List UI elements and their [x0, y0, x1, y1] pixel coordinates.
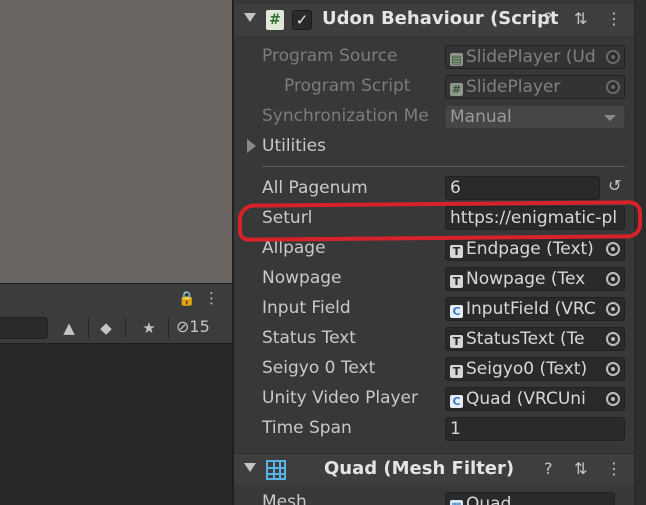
script-icon: #	[450, 83, 463, 96]
text-component-icon: T	[450, 275, 463, 288]
mesh-value: Quad	[466, 494, 512, 505]
csharp-script-icon: C	[450, 305, 463, 318]
allpage-field[interactable]: T Endpage (Text)	[445, 237, 625, 261]
foldout-expanded-icon[interactable]	[244, 13, 256, 22]
object-picker-icon[interactable]	[606, 242, 620, 256]
favorites-icon[interactable]: ★	[136, 316, 162, 340]
object-picker-icon[interactable]	[606, 362, 620, 376]
time-span-label: Time Span	[262, 418, 352, 438]
nowpage-field[interactable]: T Nowpage (Tex	[445, 267, 625, 291]
help-icon[interactable]: ?	[544, 9, 553, 28]
component-menu-icon[interactable]: ⋮	[606, 459, 622, 478]
all-pagenum-label: All Pagenum	[262, 178, 368, 198]
synchronization-dropdown[interactable]: Manual	[445, 105, 625, 129]
text-component-icon: T	[450, 245, 463, 258]
synchronization-label: Synchronization Me	[262, 106, 429, 126]
object-picker-icon[interactable]	[606, 272, 620, 286]
status-text-field[interactable]: T StatusText (Te	[445, 327, 625, 351]
program-script-field[interactable]: # SlidePlayer	[445, 75, 625, 99]
mesh-filter-icon	[266, 460, 286, 480]
scene-view[interactable]	[0, 0, 232, 283]
component-title: Quad (Mesh Filter)	[324, 458, 515, 479]
search-input[interactable]	[0, 317, 48, 339]
all-pagenum-input[interactable]: 6	[445, 176, 600, 200]
utilities-foldout[interactable]: Utilities	[262, 136, 326, 156]
object-picker-icon[interactable]	[606, 332, 620, 346]
toolbar-separator	[168, 318, 169, 338]
object-picker-icon[interactable]	[606, 302, 620, 316]
seigyo-text-value: Seigyo0 (Text)	[466, 359, 588, 379]
mesh-field[interactable]: ▦Quad	[445, 492, 615, 505]
toolbar-separator	[88, 318, 89, 338]
udon-behaviour-header[interactable]: # ✓ Udon Behaviour (Script ? ⇅ ⋮	[234, 4, 634, 36]
unity-video-player-field[interactable]: C Quad (VRCUni	[445, 387, 625, 411]
object-picker-icon[interactable]	[606, 392, 620, 406]
red-annotation-outline	[237, 200, 643, 242]
text-component-icon: T	[450, 365, 463, 378]
foldout-collapsed-icon[interactable]	[247, 139, 256, 153]
input-field-value: InputField (VRC	[466, 299, 596, 319]
status-text-label: Status Text	[262, 328, 356, 348]
component-enabled-checkbox[interactable]: ✓	[292, 10, 312, 30]
status-text-value: StatusText (Te	[466, 329, 585, 349]
dropdown-arrow-icon	[604, 115, 616, 121]
script-icon: #	[266, 10, 284, 30]
synchronization-value: Manual	[450, 107, 512, 127]
allpage-value: Endpage (Text)	[466, 239, 594, 259]
mesh-label: Mesh	[262, 492, 307, 505]
presets-icon[interactable]: ⇅	[574, 459, 587, 478]
revert-icon[interactable]: ↺	[608, 176, 621, 195]
hierarchy-list	[0, 343, 232, 505]
help-icon[interactable]: ?	[544, 459, 553, 478]
input-field-label: Input Field	[262, 298, 351, 318]
seigyo-text-field[interactable]: T Seigyo0 (Text)	[445, 357, 625, 381]
component-menu-icon[interactable]: ⋮	[606, 9, 622, 28]
program-source-field[interactable]: ▤ SlidePlayer (Ud	[445, 45, 625, 69]
csharp-script-icon: C	[450, 395, 463, 408]
component-title: Udon Behaviour (Script	[322, 8, 559, 29]
mesh-filter-header[interactable]: Quad (Mesh Filter) ? ⇅ ⋮	[234, 453, 634, 485]
unity-video-player-label: Unity Video Player	[262, 388, 419, 408]
nowpage-label: Nowpage	[262, 268, 342, 288]
inspector-panel: # ✓ Udon Behaviour (Script ? ⇅ ⋮ Program…	[232, 0, 646, 505]
presets-icon[interactable]: ⇅	[574, 9, 587, 28]
udon-asset-icon: ▤	[450, 53, 463, 66]
object-picker-icon[interactable]	[606, 50, 620, 64]
nowpage-value: Nowpage (Tex	[466, 269, 586, 289]
filter-by-type-icon[interactable]: ▲	[56, 316, 82, 340]
inspector-scrollbar[interactable]	[634, 0, 646, 505]
seigyo-text-label: Seigyo 0 Text	[262, 358, 376, 378]
text-component-icon: T	[450, 335, 463, 348]
lock-icon[interactable]: 🔒	[178, 291, 195, 307]
filter-by-label-icon[interactable]: ◆	[93, 316, 119, 340]
hidden-count: 15	[189, 317, 210, 336]
unity-video-player-value: Quad (VRCUni	[466, 389, 586, 409]
divider	[262, 166, 625, 167]
menu-icon[interactable]: ⋮	[204, 289, 219, 307]
hierarchy-toolbar: 🔒 ⋮	[0, 283, 232, 313]
foldout-expanded-icon[interactable]	[244, 463, 256, 472]
program-script-value: SlidePlayer	[466, 77, 561, 97]
toolbar-separator	[125, 318, 126, 338]
program-source-label: Program Source	[262, 46, 398, 66]
mesh-icon: ▦	[450, 500, 463, 505]
eye-hidden-icon: ⊘	[176, 317, 190, 336]
time-span-value: 1	[450, 419, 461, 439]
time-span-input[interactable]: 1	[445, 417, 625, 441]
input-field-field[interactable]: C InputField (VRC	[445, 297, 625, 321]
program-script-label: Program Script	[284, 76, 411, 96]
all-pagenum-value: 6	[450, 178, 461, 198]
search-row: ▲ ◆ ★ ⊘15	[0, 313, 232, 343]
program-source-value: SlidePlayer (Ud	[466, 47, 596, 67]
hidden-count-badge[interactable]: ⊘15	[176, 317, 210, 336]
object-picker-icon[interactable]	[606, 80, 620, 94]
